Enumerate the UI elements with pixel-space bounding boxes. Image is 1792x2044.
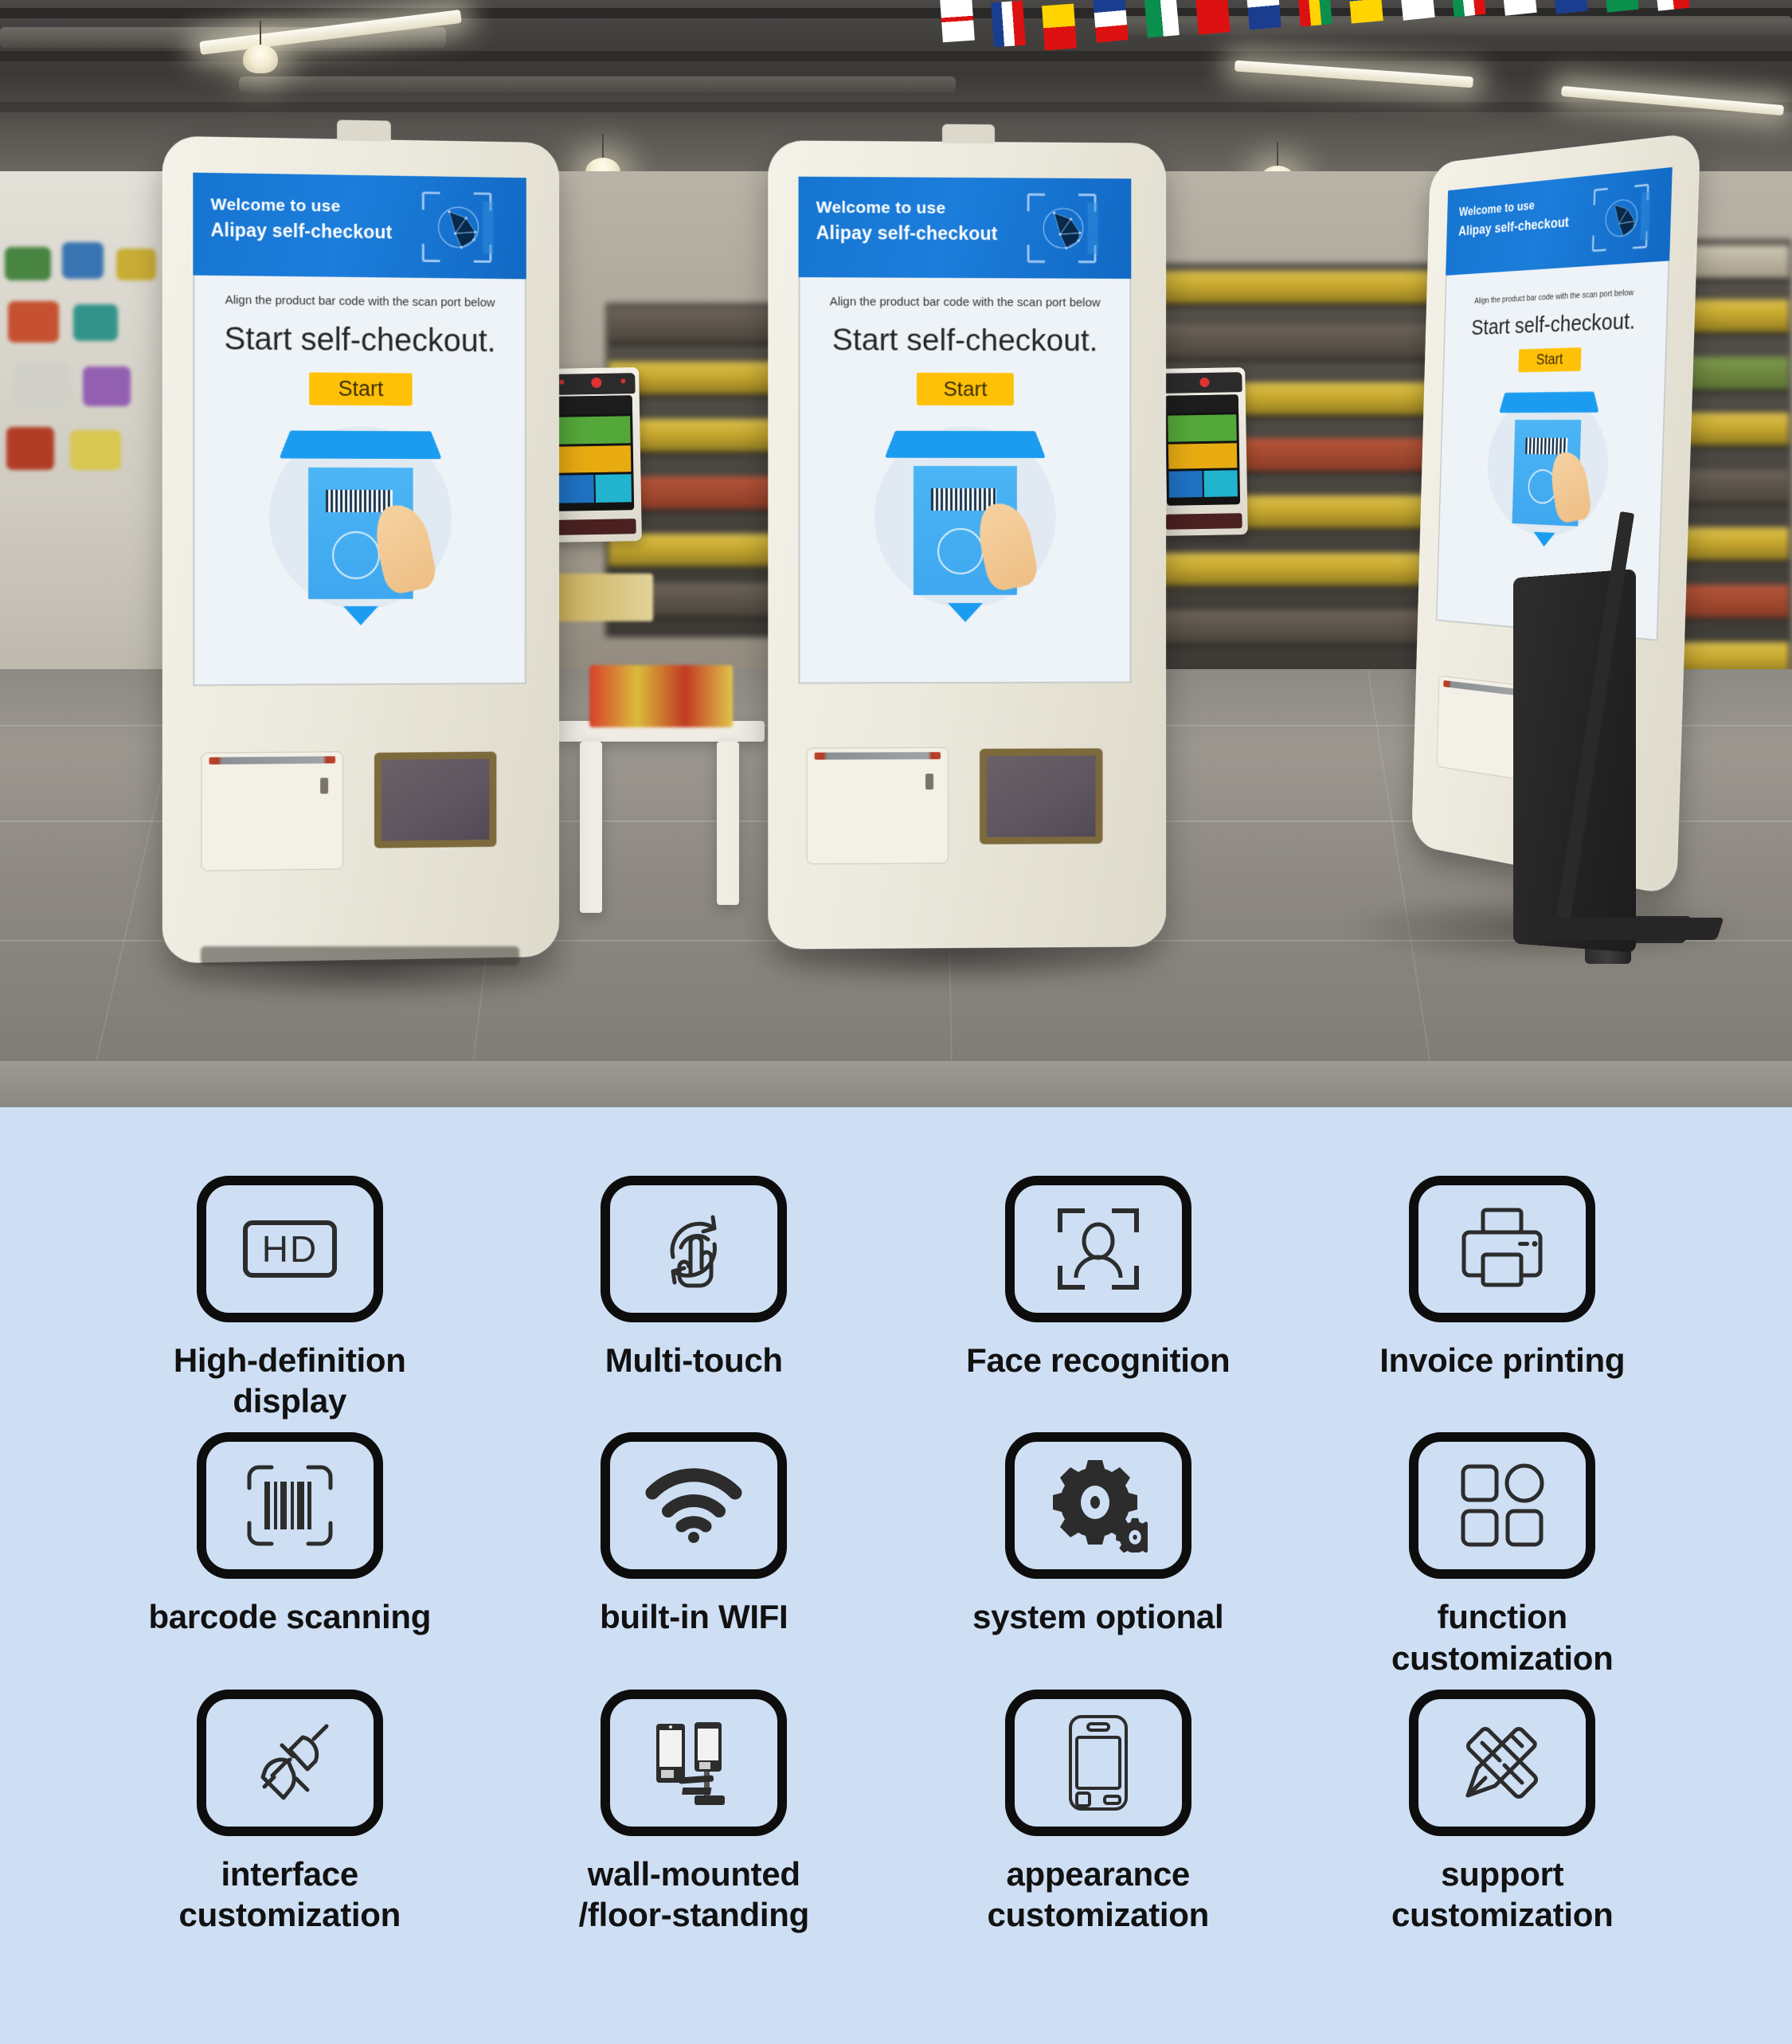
hd-display-icon: HD [196, 1176, 383, 1322]
feature-support-customization[interactable]: support customization [1301, 1689, 1705, 1935]
kiosk-right-align-text: Align the product bar code with the scan… [1474, 288, 1634, 306]
device-outline-icon [1004, 1689, 1191, 1836]
pos-terminal-left [546, 367, 642, 542]
feature-hd-display[interactable]: HD High-definition display [88, 1176, 492, 1421]
pencil-ruler-icon [1409, 1689, 1596, 1836]
feature-grid: HD High-definition display Multi-touch F… [0, 1155, 1792, 1935]
feature-invoice-printing[interactable]: Invoice printing [1301, 1176, 1705, 1421]
product-photo: Welcome to use Alipay self-checkout Alig… [0, 0, 1792, 1107]
mount-options-icon [601, 1689, 788, 1836]
gears-icon [1004, 1432, 1191, 1580]
kiosk-right-start-button[interactable]: Start [1518, 347, 1582, 373]
kiosk-left-start-title: Start self-checkout. [224, 321, 496, 359]
feature-panel: HD High-definition display Multi-touch F… [0, 1107, 1792, 2044]
svg-text:HD: HD [262, 1228, 318, 1270]
function-grid-icon [1409, 1432, 1596, 1580]
kiosk-center-welcome-line2: Alipay self-checkout [816, 221, 998, 245]
feature-mount-options[interactable]: wall-mounted /floor-standing [492, 1689, 897, 1935]
invoice-printer-icon [1409, 1176, 1596, 1322]
kiosk-left-camera [337, 119, 391, 142]
face-scan-graphic [1589, 180, 1653, 255]
kiosk-left-welcome-line2: Alipay self-checkout [210, 219, 393, 243]
plug-connector-icon [196, 1689, 383, 1836]
pos-terminal-center [1157, 367, 1248, 536]
kiosk-center-start-button[interactable]: Start [916, 372, 1015, 406]
kiosk-right-welcome-line1: Welcome to use [1458, 199, 1536, 219]
kiosk-left-align-text: Align the product bar code with the scan… [225, 293, 495, 310]
display-table-leg-right [717, 742, 739, 905]
kiosk-center-start-title: Start self-checkout. [831, 323, 1098, 358]
kiosk-right-illustration [1467, 381, 1631, 559]
kiosk-right-base-foot [1533, 918, 1724, 940]
barcode-scan-icon [196, 1432, 383, 1580]
feature-label: Invoice printing [1379, 1341, 1626, 1379]
multi-touch-icon [601, 1176, 788, 1322]
wifi-icon [601, 1432, 788, 1580]
kiosk-left-printer-panel[interactable] [201, 751, 344, 871]
table-merchandise [589, 665, 733, 727]
floor-front-band [0, 1061, 1792, 1107]
face-scan-graphic [1019, 190, 1105, 266]
feature-appearance-customization[interactable]: appearance customization [896, 1689, 1301, 1935]
feature-interface-customization[interactable]: interface customization [88, 1689, 492, 1935]
face-recognition-icon [1004, 1176, 1191, 1322]
kiosk-left-welcome-line1: Welcome to use [210, 195, 341, 216]
feature-label: wall-mounted /floor-standing [578, 1854, 810, 1934]
kiosk-center-camera [942, 123, 995, 144]
feature-function-customization[interactable]: function customization [1301, 1432, 1705, 1678]
feature-label: appearance customization [987, 1854, 1210, 1934]
left-merchandise-wall [0, 239, 175, 502]
feature-label: High-definition display [173, 1341, 406, 1420]
kiosk-left-screen[interactable]: Welcome to use Alipay self-checkout Alig… [193, 172, 526, 687]
face-scan-graphic [414, 188, 500, 266]
feature-barcode-scanning[interactable]: barcode scanning [88, 1432, 492, 1678]
feature-label: Multi-touch [605, 1341, 783, 1379]
kiosk-center-printer-panel[interactable] [806, 747, 949, 865]
kiosk-left-foot [201, 946, 519, 965]
feature-label: built-in WIFI [600, 1598, 788, 1636]
kiosk-right-screen[interactable]: Welcome to use Alipay self-checkout Alig… [1435, 166, 1673, 641]
kiosk-center-scan-window[interactable] [979, 748, 1103, 844]
display-table-leg-left [580, 742, 602, 913]
feature-multi-touch[interactable]: Multi-touch [492, 1176, 897, 1421]
table-merchandise-2 [550, 574, 653, 621]
kiosk-center-illustration [846, 418, 1085, 625]
kiosk-left: Welcome to use Alipay self-checkout Alig… [162, 119, 559, 964]
kiosk-left-illustration [241, 417, 479, 626]
kiosk-right-start-title: Start self-checkout. [1471, 307, 1636, 340]
feature-label: Face recognition [966, 1341, 1231, 1379]
kiosk-left-scan-window[interactable] [374, 751, 497, 848]
kiosk-left-start-button[interactable]: Start [309, 372, 413, 406]
kiosk-center: Welcome to use Alipay self-checkout Alig… [768, 123, 1167, 950]
feature-label: barcode scanning [148, 1598, 432, 1636]
kiosk-right-rear-column [1512, 569, 1636, 953]
feature-system-optional[interactable]: system optional [896, 1432, 1301, 1678]
feature-label: system optional [972, 1598, 1224, 1636]
kiosk-center-welcome-line1: Welcome to use [816, 198, 946, 217]
feature-builtin-wifi[interactable]: built-in WIFI [492, 1432, 897, 1678]
kiosk-center-align-text: Align the product bar code with the scan… [829, 295, 1101, 310]
feature-label: function customization [1391, 1598, 1614, 1677]
feature-label: interface customization [178, 1854, 401, 1934]
feature-face-recognition[interactable]: Face recognition [896, 1176, 1301, 1421]
kiosk-center-screen[interactable]: Welcome to use Alipay self-checkout Alig… [798, 176, 1132, 684]
feature-label: support customization [1391, 1854, 1614, 1934]
